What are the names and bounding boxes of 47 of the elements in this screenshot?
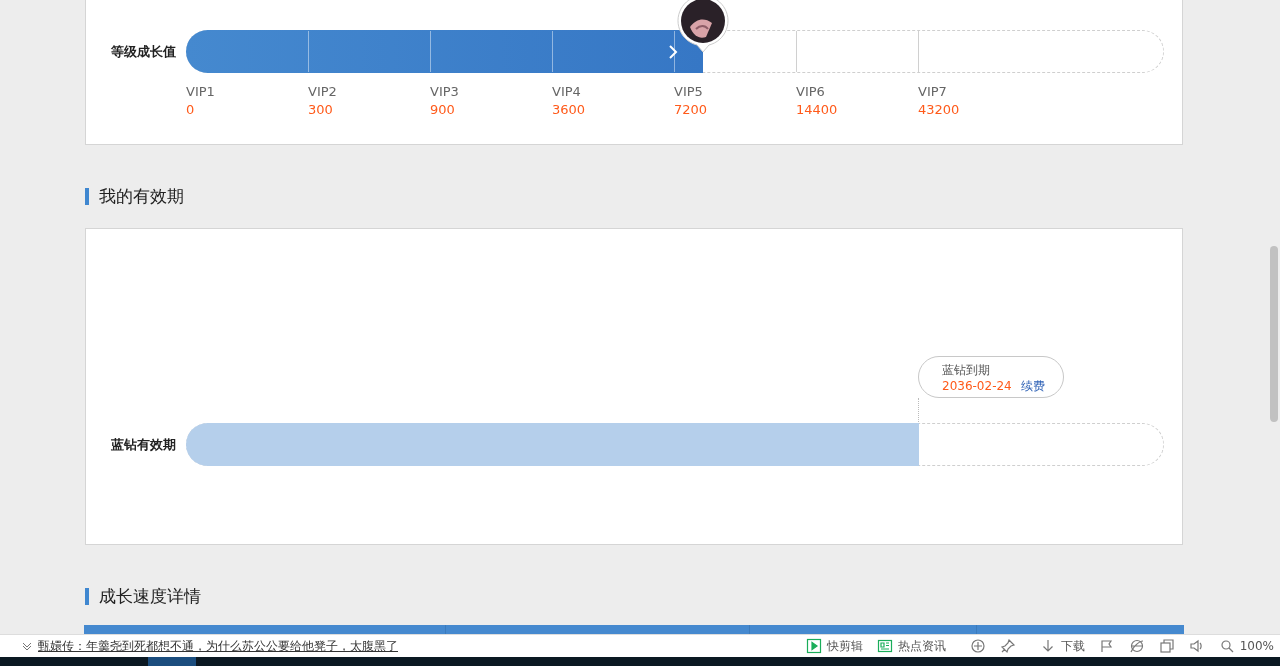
validity-label: 蓝钻有效期 <box>110 435 176 454</box>
section-marker <box>85 588 89 605</box>
tier-name: VIP4 <box>552 83 581 101</box>
zoom-button[interactable]: 100% <box>1218 638 1274 654</box>
tier-name: VIP5 <box>674 83 703 101</box>
news-headline-link[interactable]: 甄嬛传：年羹尧到死都想不通，为什么苏公公要给他凳子，太腹黑了 <box>38 637 398 655</box>
window-icon <box>1158 638 1175 654</box>
browser-button[interactable] <box>1128 638 1145 654</box>
tier-points: 0 <box>186 101 195 119</box>
tier-name: VIP2 <box>308 83 337 101</box>
clip-button[interactable]: 快剪辑 <box>805 637 863 655</box>
sound-button[interactable] <box>1188 638 1205 654</box>
tier-points: 14400 <box>796 101 838 119</box>
tier-points: 43200 <box>918 101 960 119</box>
section-marker <box>85 188 89 205</box>
window-button[interactable] <box>1158 638 1175 654</box>
tier-points: 300 <box>308 101 333 119</box>
browser-icon <box>1128 638 1145 654</box>
play-icon <box>805 638 822 654</box>
section-title: 我的有效期 <box>99 185 184 208</box>
tier-name: VIP3 <box>430 83 459 101</box>
tier-name: VIP7 <box>918 83 947 101</box>
tooltip-title: 蓝钻到期 <box>942 362 990 378</box>
chevron-icon <box>668 45 679 59</box>
expiry-date: 2036-02-24 <box>942 378 1012 394</box>
download-button[interactable]: 下载 <box>1039 637 1085 655</box>
leader-line <box>918 398 920 422</box>
news-button[interactable]: 热点资讯 <box>876 637 946 655</box>
section-title: 成长速度详情 <box>99 585 201 608</box>
gauge-icon <box>969 638 986 654</box>
tier-points: 900 <box>430 101 455 119</box>
flag-icon <box>1098 638 1115 654</box>
growth-label: 等级成长值 <box>110 42 176 61</box>
tier-points: 7200 <box>674 101 708 119</box>
speaker-icon <box>1188 638 1205 654</box>
tier-name: VIP6 <box>796 83 825 101</box>
speed-button[interactable] <box>969 638 986 654</box>
chevron-down-icon[interactable] <box>22 642 32 650</box>
renew-link[interactable]: 续费 <box>1020 378 1045 394</box>
news-icon <box>876 638 893 654</box>
pin-icon <box>999 638 1016 654</box>
tier-points: 3600 <box>552 101 586 119</box>
search-icon <box>1218 638 1235 654</box>
tier-name: VIP1 <box>186 83 215 101</box>
scrollbar-thumb[interactable] <box>1270 246 1278 422</box>
flag-button[interactable] <box>1098 638 1115 654</box>
pin-button[interactable] <box>999 638 1016 654</box>
